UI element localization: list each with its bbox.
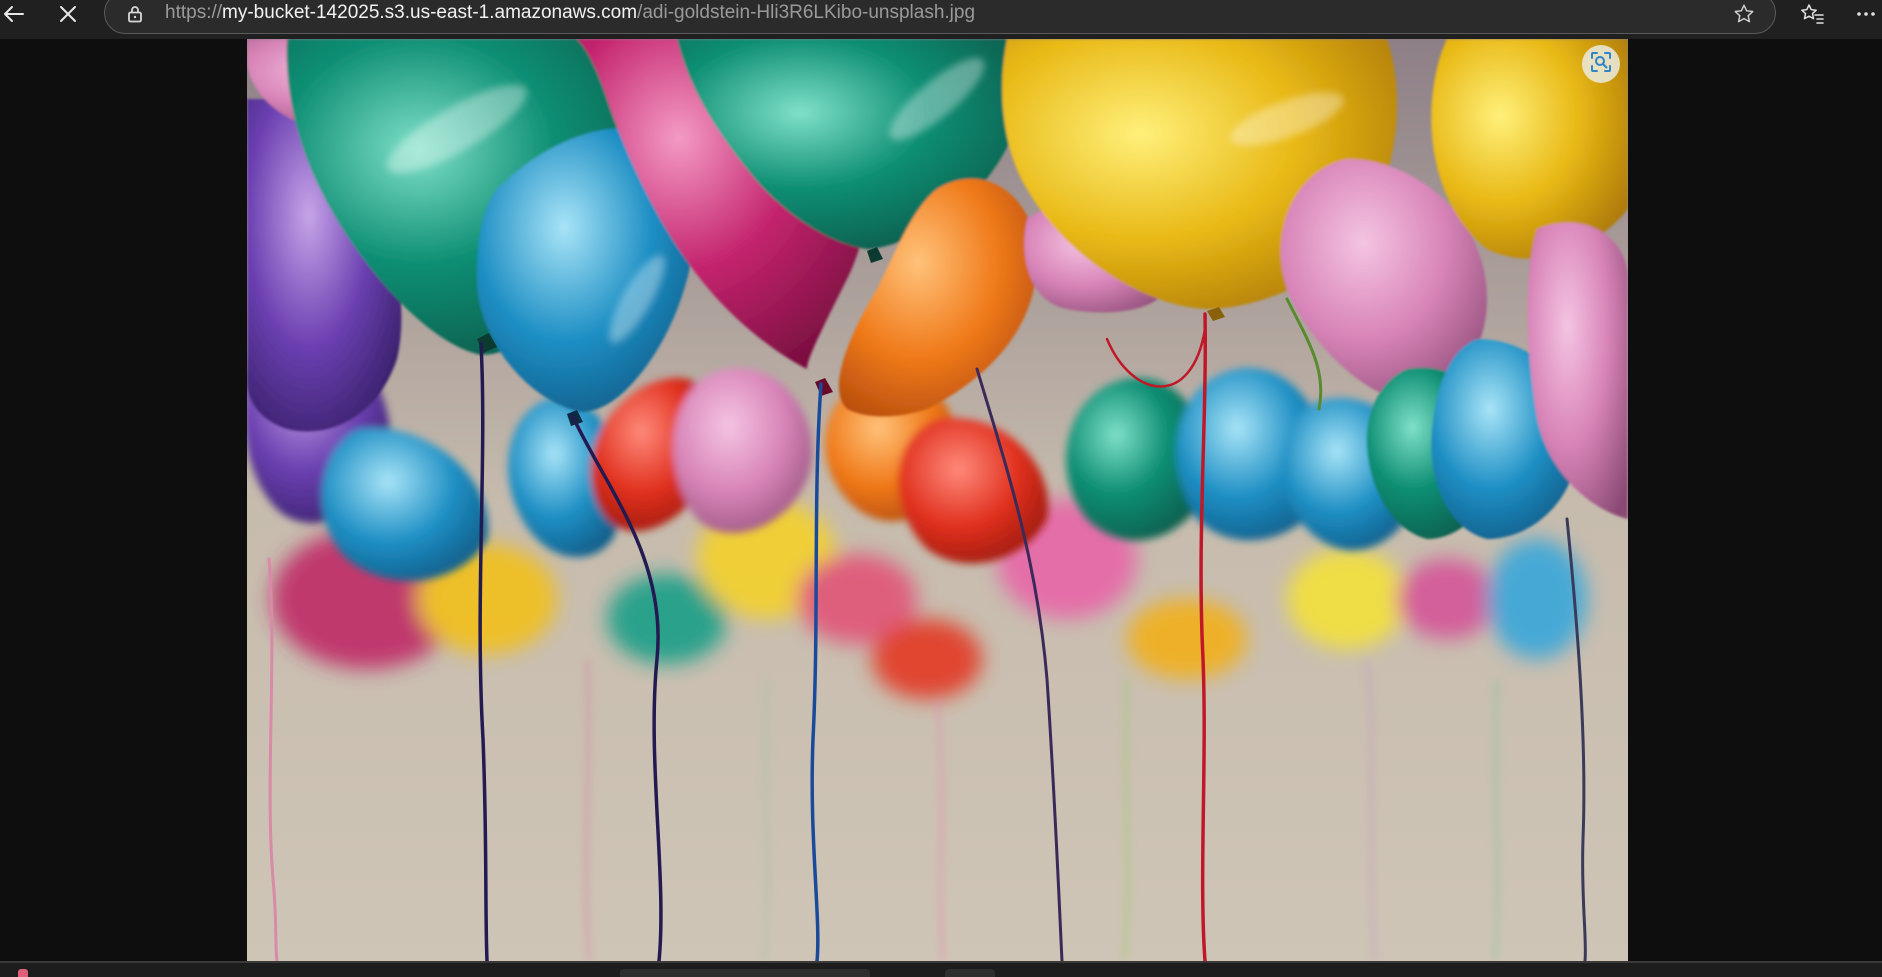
more-menu-button[interactable]	[1846, 0, 1882, 28]
back-arrow-icon	[3, 5, 25, 23]
star-icon[interactable]	[1733, 3, 1755, 30]
url-scheme: https://	[165, 2, 223, 23]
bottom-taskbar-edge	[0, 961, 1882, 977]
taskbar-item[interactable]	[620, 969, 870, 977]
image-viewer	[0, 39, 1882, 961]
address-bar[interactable]: https://my-bucket-142025.s3.us-east-1.am…	[104, 0, 1776, 34]
lock-icon[interactable]	[127, 5, 143, 28]
visual-search-icon	[1590, 51, 1612, 78]
url-text[interactable]: https://my-bucket-142025.s3.us-east-1.am…	[165, 2, 975, 24]
url-path: /adi-goldstein-Hli3R6LKibo-unsplash.jpg	[637, 2, 976, 23]
url-host: my-bucket-142025.s3.us-east-1.amazonaws.…	[222, 2, 638, 23]
favorites-button[interactable]	[1792, 0, 1832, 28]
taskbar-item[interactable]	[945, 969, 995, 977]
more-icon	[1856, 11, 1876, 17]
balloons-illustration	[247, 39, 1628, 961]
taskbar-icon[interactable]	[18, 969, 28, 977]
visual-search-button[interactable]	[1582, 45, 1620, 83]
browser-toolbar: https://my-bucket-142025.s3.us-east-1.am…	[0, 0, 1882, 39]
stop-loading-button[interactable]	[48, 0, 88, 28]
close-icon	[59, 5, 77, 23]
back-button[interactable]	[0, 0, 34, 28]
balloons-photo[interactable]	[247, 39, 1628, 961]
favorites-icon	[1800, 3, 1824, 25]
